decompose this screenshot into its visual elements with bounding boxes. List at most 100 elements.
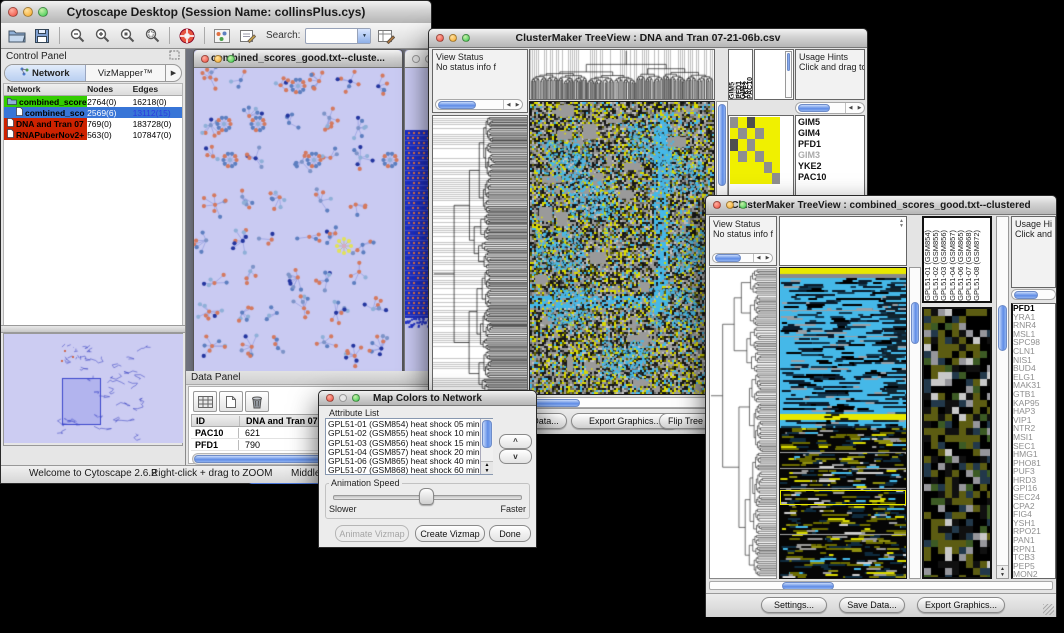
matrix-cell[interactable] <box>738 117 746 128</box>
close-button[interactable] <box>436 34 444 42</box>
scroll-down-icon[interactable]: ▼ <box>997 572 1008 578</box>
attribute-item[interactable]: GPL51-07 (GSM868) heat shock 60 min <box>328 466 492 475</box>
matrix-cell[interactable] <box>730 117 738 128</box>
save-icon[interactable] <box>32 26 52 46</box>
matrix-cell[interactable] <box>764 117 772 128</box>
matrix-cell[interactable] <box>730 151 738 162</box>
vizmapper-icon[interactable] <box>212 26 232 46</box>
matrix-cell[interactable] <box>772 128 780 139</box>
scroll-right-icon[interactable]: ▶ <box>513 100 522 109</box>
mini-vscrollbar[interactable] <box>785 51 792 98</box>
network-row[interactable]: DNA and Tran 07769(0)183728(0) <box>4 118 182 129</box>
matrix-cell[interactable] <box>730 139 738 150</box>
close-button[interactable] <box>326 394 334 402</box>
matrix-cell[interactable] <box>772 173 780 184</box>
matrix-cell[interactable] <box>764 139 772 150</box>
speed-slider-thumb[interactable] <box>419 488 434 505</box>
gene-vscrollbar[interactable]: ▲ ▼ <box>996 216 1009 579</box>
panel-divider[interactable] <box>1 325 185 333</box>
main-titlebar[interactable]: Cytoscape Desktop (Session Name: collins… <box>1 1 431 24</box>
zoom-in-icon[interactable] <box>92 26 112 46</box>
heatmap-canvas[interactable] <box>780 268 906 578</box>
background-network-window[interactable] <box>404 49 431 371</box>
scroll-left-icon[interactable]: ◀ <box>504 100 513 109</box>
column-dendrogram[interactable]: ▲▼ <box>779 216 907 266</box>
attribute-list[interactable]: GPL51-01 (GSM854) heat shock 05 minGPL51… <box>325 418 493 475</box>
matrix-cell[interactable] <box>755 117 763 128</box>
matrix-cell[interactable] <box>772 139 780 150</box>
create-vizmap-button[interactable]: Create Vizmap <box>415 525 485 542</box>
hscrollbar[interactable]: ◀ ▶ <box>435 99 523 110</box>
matrix-cell[interactable] <box>772 117 780 128</box>
matrix-cell[interactable] <box>747 162 755 173</box>
network-name-cell[interactable]: combined_scores_ <box>4 96 87 107</box>
matrix-cell[interactable] <box>730 162 738 173</box>
done-button[interactable]: Done <box>489 525 531 542</box>
tab-overflow-icon[interactable]: ▶ <box>165 65 181 81</box>
heatmap-hscrollbar[interactable] <box>529 397 728 408</box>
zoom-button[interactable] <box>227 55 235 63</box>
matrix-cell[interactable] <box>764 173 772 184</box>
matrix-cell[interactable] <box>764 162 772 173</box>
matrix-cell[interactable] <box>738 162 746 173</box>
matrix-cell[interactable] <box>738 139 746 150</box>
tab-network[interactable]: Network <box>5 65 86 81</box>
matrix-cell[interactable] <box>764 128 772 139</box>
zoom-fit-icon[interactable] <box>142 26 162 46</box>
heatmap-main[interactable] <box>779 267 907 579</box>
close-button[interactable] <box>201 55 209 63</box>
gene-label[interactable]: GIM4 <box>798 128 864 139</box>
scroll-right-icon[interactable]: ▶ <box>763 254 772 262</box>
gene-label[interactable]: MON2 <box>1013 570 1055 579</box>
move-down-button[interactable]: v <box>499 449 532 464</box>
minimize-button[interactable] <box>449 34 457 42</box>
dialog-titlebar[interactable]: Map Colors to Network <box>319 391 536 406</box>
row-dendrogram-canvas[interactable] <box>433 116 527 394</box>
zoom-button[interactable] <box>38 7 48 17</box>
mini-scroll-arrows[interactable]: ▲▼ <box>899 219 904 229</box>
table-grid-icon[interactable] <box>193 391 217 412</box>
matrix-cell[interactable] <box>747 128 755 139</box>
minimize-button[interactable] <box>23 7 33 17</box>
hscrollbar[interactable] <box>1011 289 1056 300</box>
network-view-titlebar[interactable]: combined_scores_good.txt--cluste... <box>194 50 402 68</box>
scroll-right-icon[interactable]: ▶ <box>855 103 864 113</box>
scroll-down-icon[interactable]: ▼ <box>481 468 493 474</box>
matrix-cell[interactable] <box>747 139 755 150</box>
matrix-cell[interactable] <box>755 128 763 139</box>
trash-icon[interactable] <box>245 391 269 412</box>
annotation-icon[interactable] <box>237 26 257 46</box>
row-dendrogram-canvas[interactable] <box>710 268 776 578</box>
matrix-cell[interactable] <box>755 139 763 150</box>
gene-label[interactable]: PAC10 <box>798 172 864 183</box>
bottom-hscrollbar[interactable] <box>709 581 1053 590</box>
zoom-button[interactable] <box>462 34 470 42</box>
scroll-left-icon[interactable]: ◀ <box>754 254 763 262</box>
heatmap-vscrollbar[interactable] <box>909 267 921 579</box>
matrix-cell[interactable] <box>738 173 746 184</box>
matrix-cell[interactable] <box>747 117 755 128</box>
hscrollbar[interactable]: ◀ ▶ <box>795 102 865 114</box>
network-row[interactable]: RNAPuberNov2+563(0)107847(0) <box>4 129 182 140</box>
resize-grip[interactable] <box>1043 604 1054 615</box>
matrix-cell[interactable] <box>747 173 755 184</box>
network-name-cell[interactable]: DNA and Tran 07 <box>4 118 87 129</box>
heatmap-canvas[interactable] <box>530 102 714 394</box>
zoom-selected-icon[interactable] <box>117 26 137 46</box>
settings-button[interactable]: Settings... <box>761 597 827 613</box>
heatmap-main[interactable] <box>529 101 715 395</box>
zoom-button[interactable] <box>352 394 360 402</box>
matrix-cell[interactable] <box>738 128 746 139</box>
column-dendrogram-canvas[interactable] <box>530 50 714 99</box>
correlation-matrix[interactable] <box>730 117 792 184</box>
close-button[interactable] <box>8 7 18 17</box>
tab-vizmapper[interactable]: VizMapper™ <box>86 65 166 81</box>
matrix-cell[interactable] <box>755 162 763 173</box>
help-lifebuoy-icon[interactable] <box>177 26 197 46</box>
matrix-cell[interactable] <box>755 151 763 162</box>
move-up-button[interactable]: ^ <box>499 434 532 449</box>
gene-label[interactable]: YKE2 <box>798 161 864 172</box>
search-input[interactable]: ▼ <box>305 28 371 44</box>
matrix-cell[interactable] <box>772 151 780 162</box>
save-data-button[interactable]: Save Data... <box>839 597 905 613</box>
